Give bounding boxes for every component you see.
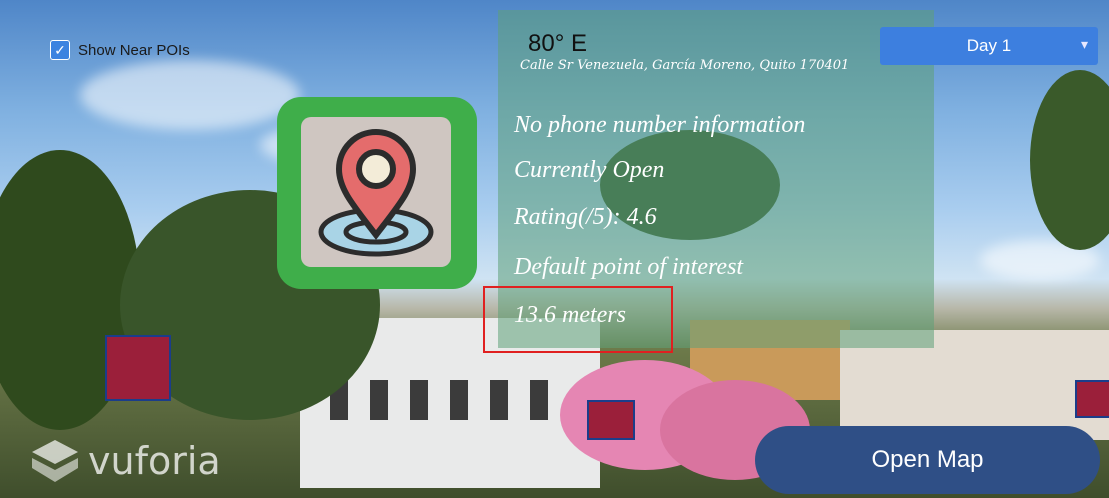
checkbox-checked-icon[interactable]: ✓ — [50, 40, 70, 60]
poi-marker-card[interactable] — [277, 97, 477, 289]
day-selector-value: Day 1 — [966, 36, 1012, 55]
distance-highlight-box — [483, 286, 673, 353]
building-window — [530, 380, 548, 420]
poi-rating: Rating(/5): 4.6 — [514, 204, 657, 230]
poi-category: Default point of interest — [514, 254, 744, 280]
show-near-pois-label: Show Near POIs — [78, 41, 190, 59]
map-pin-icon — [318, 129, 434, 257]
open-map-button[interactable]: Open Map — [755, 426, 1100, 494]
cloud — [80, 60, 300, 130]
vuforia-logo-icon — [32, 440, 78, 482]
building-window — [450, 380, 468, 420]
building-window — [370, 380, 388, 420]
flag-banner — [105, 335, 171, 401]
poi-open-status: Currently Open — [514, 157, 665, 183]
ar-camera-view: ✓ Show Near POIs 80° E Calle Sr Venezuel… — [0, 0, 1109, 498]
chevron-down-icon: ▾ — [1080, 36, 1088, 52]
building-window — [490, 380, 508, 420]
palm-tree — [1030, 70, 1109, 250]
day-selector-dropdown[interactable]: Day 1 ▾ — [880, 27, 1098, 65]
compass-bearing: 80° E — [528, 30, 587, 57]
show-near-pois-toggle[interactable]: ✓ Show Near POIs — [50, 40, 190, 60]
flag-banner — [587, 400, 635, 440]
vuforia-wordmark: vuforia — [88, 439, 221, 483]
poi-icon-tile — [301, 117, 451, 267]
poi-address: Calle Sr Venezuela, García Moreno, Quito… — [520, 58, 850, 73]
poi-phone: No phone number information — [514, 112, 806, 138]
flag-banner — [1075, 380, 1109, 418]
vuforia-watermark: vuforia — [30, 438, 221, 484]
building-window — [410, 380, 428, 420]
open-map-label: Open Map — [871, 446, 984, 473]
